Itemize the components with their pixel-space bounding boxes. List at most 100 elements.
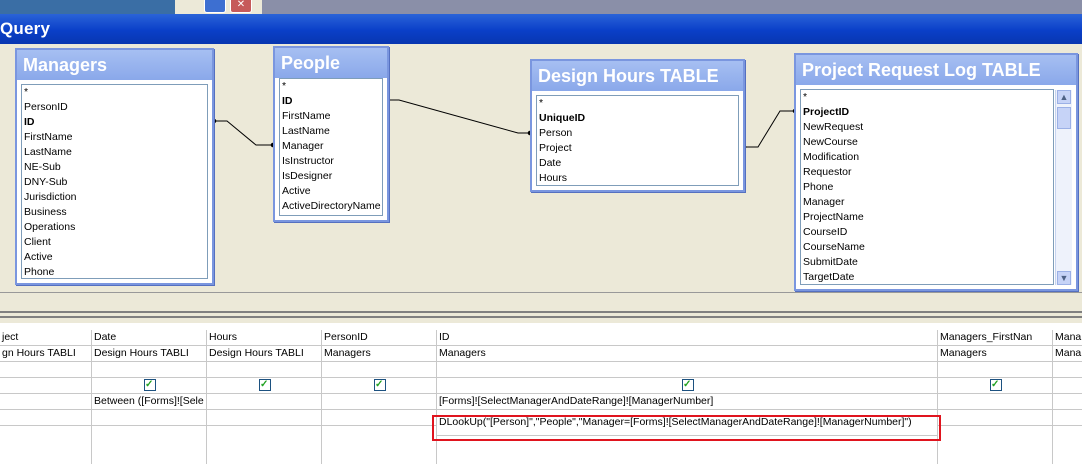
- field-item[interactable]: ProjectName: [801, 210, 1053, 225]
- grid-table-cell[interactable]: Managers: [938, 346, 1052, 362]
- table-people-field-list[interactable]: * ID FirstName LastName Manager IsInstru…: [279, 78, 383, 216]
- restore-icon[interactable]: [204, 0, 226, 13]
- grid-criteria-cell[interactable]: [322, 394, 436, 410]
- grid-or-cell[interactable]: [92, 410, 206, 426]
- table-design-hours-field-list[interactable]: * UniqueID Person Project Date Hours: [536, 95, 739, 186]
- field-item[interactable]: TargetDate: [801, 270, 1053, 284]
- field-item[interactable]: *: [537, 96, 738, 111]
- grid-table-cell[interactable]: gn Hours TABLI: [0, 346, 91, 362]
- field-item[interactable]: SubmitDate: [801, 255, 1053, 270]
- grid-column[interactable]: Hours Design Hours TABLI: [207, 330, 322, 464]
- grid-show-cell[interactable]: [207, 378, 321, 394]
- grid-show-cell[interactable]: [92, 378, 206, 394]
- table-people[interactable]: People * ID FirstName LastName Manager I…: [273, 46, 389, 222]
- field-item[interactable]: Person: [537, 126, 738, 141]
- grid-criteria-cell[interactable]: [0, 394, 91, 410]
- table-design-hours[interactable]: Design Hours TABLE * UniqueID Person Pro…: [530, 59, 745, 192]
- field-item[interactable]: Manager: [801, 195, 1053, 210]
- pane-splitter[interactable]: [0, 292, 1082, 323]
- field-item[interactable]: NewRequest: [801, 120, 1053, 135]
- field-item-key[interactable]: UniqueID: [537, 111, 738, 126]
- grid-criteria-cell[interactable]: [938, 394, 1052, 410]
- grid-or-cell[interactable]: [938, 410, 1052, 426]
- grid-column[interactable]: PersonID Managers: [322, 330, 437, 464]
- table-project-request-log[interactable]: Project Request Log TABLE * ProjectID Ne…: [794, 53, 1078, 291]
- grid-sort-cell[interactable]: [1053, 362, 1082, 378]
- grid-table-cell[interactable]: Design Hours TABLI: [92, 346, 206, 362]
- grid-show-cell[interactable]: [1053, 378, 1082, 394]
- grid-sort-cell[interactable]: [322, 362, 436, 378]
- grid-field-cell[interactable]: Date: [92, 330, 206, 346]
- field-item[interactable]: PersonID: [22, 100, 207, 115]
- table-managers-field-list[interactable]: * PersonID ID FirstName LastName NE-Sub …: [21, 84, 208, 279]
- grid-table-cell[interactable]: Managers: [437, 346, 937, 362]
- field-item[interactable]: *: [801, 90, 1053, 105]
- field-item[interactable]: CourseID: [801, 225, 1053, 240]
- grid-criteria-cell[interactable]: [Forms]![SelectManagerAndDateRange]![Man…: [437, 394, 937, 410]
- grid-sort-cell[interactable]: [938, 362, 1052, 378]
- grid-sort-cell[interactable]: [0, 362, 91, 378]
- grid-column[interactable]: ject gn Hours TABLI: [0, 330, 92, 464]
- scroll-up-icon[interactable]: ▲: [1057, 90, 1071, 104]
- grid-table-cell[interactable]: Managers: [322, 346, 436, 362]
- field-item[interactable]: LastName: [280, 124, 382, 139]
- query-design-grid[interactable]: ject gn Hours TABLI Date Design Hours TA…: [0, 330, 1082, 464]
- field-item[interactable]: Hours: [537, 171, 738, 185]
- field-item[interactable]: Project: [537, 141, 738, 156]
- grid-column[interactable]: Date Design Hours TABLI Between ([Forms]…: [92, 330, 207, 464]
- grid-column[interactable]: Mana Mana: [1053, 330, 1082, 464]
- table-project-request-log-title[interactable]: Project Request Log TABLE: [796, 55, 1076, 85]
- field-item[interactable]: *: [280, 79, 382, 94]
- scroll-thumb[interactable]: [1057, 107, 1071, 129]
- table-project-request-log-field-list[interactable]: * ProjectID NewRequest NewCourse Modific…: [800, 89, 1054, 285]
- field-item-key[interactable]: ProjectID: [801, 105, 1053, 120]
- grid-field-cell[interactable]: PersonID: [322, 330, 436, 346]
- field-item[interactable]: Jurisdiction: [22, 190, 207, 205]
- grid-field-cell[interactable]: Hours: [207, 330, 321, 346]
- checkbox-checked-icon[interactable]: [990, 378, 1002, 392]
- field-item[interactable]: Phone: [22, 265, 207, 278]
- field-item-key[interactable]: ID: [22, 115, 207, 130]
- field-item[interactable]: DNY-Sub: [22, 175, 207, 190]
- field-item[interactable]: FirstName: [280, 109, 382, 124]
- field-item[interactable]: IsDesigner: [280, 169, 382, 184]
- grid-table-cell[interactable]: Design Hours TABLI: [207, 346, 321, 362]
- field-item[interactable]: Active: [22, 250, 207, 265]
- grid-column[interactable]: Managers_FirstNan Managers: [938, 330, 1053, 464]
- field-item-key[interactable]: ID: [280, 94, 382, 109]
- grid-or-cell[interactable]: [0, 410, 91, 426]
- grid-field-cell[interactable]: ID: [437, 330, 937, 346]
- grid-criteria-cell[interactable]: [207, 394, 321, 410]
- grid-show-cell[interactable]: [322, 378, 436, 394]
- field-item[interactable]: Modification: [801, 150, 1053, 165]
- field-item[interactable]: LastName: [22, 145, 207, 160]
- field-item[interactable]: IsInstructor: [280, 154, 382, 169]
- grid-column[interactable]: ID Managers [Forms]![SelectManagerAndDat…: [437, 330, 938, 464]
- grid-or-cell[interactable]: [207, 410, 321, 426]
- grid-criteria-cell[interactable]: Between ([Forms]![Sele: [92, 394, 206, 410]
- field-item[interactable]: CourseName: [801, 240, 1053, 255]
- grid-sort-cell[interactable]: [437, 362, 937, 378]
- grid-show-cell[interactable]: [0, 378, 91, 394]
- field-list-scrollbar[interactable]: ▲ ▼: [1055, 90, 1072, 285]
- grid-table-cell[interactable]: Mana: [1053, 346, 1082, 362]
- field-item[interactable]: Operations: [22, 220, 207, 235]
- table-managers[interactable]: Managers * PersonID ID FirstName LastNam…: [15, 48, 214, 285]
- table-managers-title[interactable]: Managers: [17, 50, 212, 80]
- table-design-hours-title[interactable]: Design Hours TABLE: [532, 61, 743, 91]
- field-item[interactable]: NE-Sub: [22, 160, 207, 175]
- grid-show-cell[interactable]: [437, 378, 937, 394]
- scroll-down-icon[interactable]: ▼: [1057, 271, 1071, 285]
- query-title-bar[interactable]: Query: [0, 14, 1082, 44]
- field-item[interactable]: NewCourse: [801, 135, 1053, 150]
- checkbox-checked-icon[interactable]: [374, 378, 386, 392]
- field-item[interactable]: *: [22, 85, 207, 100]
- field-item[interactable]: Business: [22, 205, 207, 220]
- checkbox-checked-icon[interactable]: [259, 378, 271, 392]
- grid-field-cell[interactable]: Mana: [1053, 330, 1082, 346]
- grid-sort-cell[interactable]: [207, 362, 321, 378]
- field-item[interactable]: Requestor: [801, 165, 1053, 180]
- close-icon[interactable]: ✕: [230, 0, 252, 13]
- field-item[interactable]: Phone: [801, 180, 1053, 195]
- field-item[interactable]: Active: [280, 184, 382, 199]
